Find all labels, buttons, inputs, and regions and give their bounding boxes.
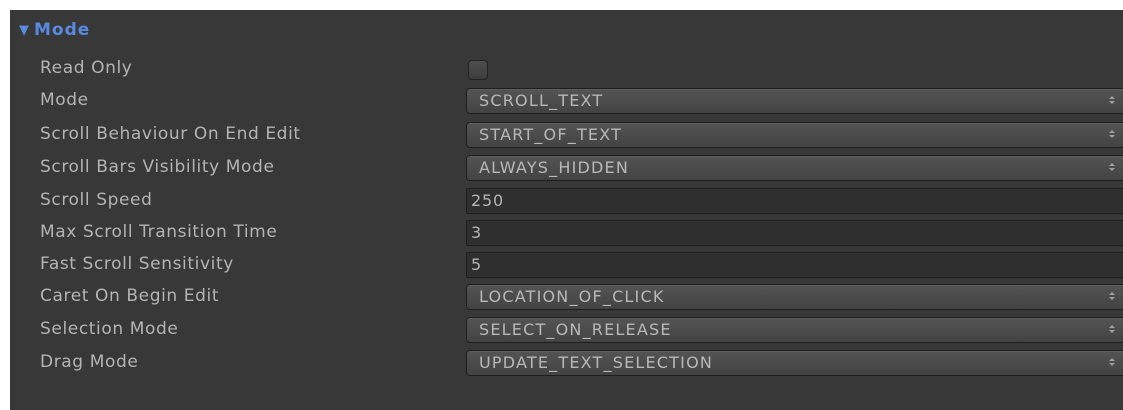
read-only-checkbox[interactable] bbox=[468, 60, 488, 80]
scroll-behaviour-label: Scroll Behaviour On End Edit bbox=[40, 124, 301, 144]
scroll-behaviour-value: START_OF_TEXT bbox=[479, 125, 623, 144]
row-scroll-speed: Scroll Speed 250 bbox=[10, 186, 1123, 214]
dropdown-arrows-icon bbox=[1108, 351, 1116, 375]
row-selection-mode: Selection Mode SELECT_ON_RELEASE bbox=[10, 315, 1123, 343]
caret-on-begin-edit-dropdown[interactable]: LOCATION_OF_CLICK bbox=[466, 284, 1123, 310]
row-read-only: Read Only bbox=[10, 54, 1123, 82]
row-scroll-behaviour: Scroll Behaviour On End Edit START_OF_TE… bbox=[10, 120, 1123, 148]
fast-scroll-sensitivity-label: Fast Scroll Sensitivity bbox=[40, 254, 234, 274]
drag-mode-dropdown[interactable]: UPDATE_TEXT_SELECTION bbox=[466, 350, 1123, 376]
caret-on-begin-edit-label: Caret On Begin Edit bbox=[40, 286, 220, 306]
scroll-speed-label: Scroll Speed bbox=[40, 190, 153, 210]
inspector-panel: ▼ Mode Read Only Mode SCROLL_TEXT Scroll… bbox=[10, 10, 1123, 410]
dropdown-arrows-icon bbox=[1108, 89, 1116, 113]
row-drag-mode: Drag Mode UPDATE_TEXT_SELECTION bbox=[10, 348, 1123, 376]
selection-mode-label: Selection Mode bbox=[40, 319, 179, 339]
row-mode: Mode SCROLL_TEXT bbox=[10, 86, 1123, 114]
row-caret-on-begin-edit: Caret On Begin Edit LOCATION_OF_CLICK bbox=[10, 282, 1123, 310]
dropdown-arrows-icon bbox=[1108, 285, 1116, 309]
scroll-bars-visibility-label: Scroll Bars Visibility Mode bbox=[40, 157, 275, 177]
section-title: Mode bbox=[34, 20, 91, 40]
drag-mode-label: Drag Mode bbox=[40, 352, 139, 372]
dropdown-arrows-icon bbox=[1108, 318, 1116, 342]
left-border bbox=[0, 0, 10, 410]
scroll-bars-visibility-value: ALWAYS_HIDDEN bbox=[479, 158, 630, 177]
dropdown-arrows-icon bbox=[1108, 156, 1116, 180]
max-scroll-transition-value: 3 bbox=[471, 223, 482, 242]
caret-on-begin-edit-value: LOCATION_OF_CLICK bbox=[479, 287, 665, 306]
mode-dropdown[interactable]: SCROLL_TEXT bbox=[466, 88, 1123, 114]
scroll-speed-value: 250 bbox=[471, 191, 504, 210]
row-max-scroll-transition: Max Scroll Transition Time 3 bbox=[10, 218, 1123, 246]
row-scroll-bars-visibility: Scroll Bars Visibility Mode ALWAYS_HIDDE… bbox=[10, 153, 1123, 181]
max-scroll-transition-label: Max Scroll Transition Time bbox=[40, 222, 278, 242]
scroll-bars-visibility-dropdown[interactable]: ALWAYS_HIDDEN bbox=[466, 155, 1123, 181]
max-scroll-transition-field[interactable]: 3 bbox=[466, 220, 1123, 246]
fast-scroll-sensitivity-value: 5 bbox=[471, 255, 482, 274]
mode-label: Mode bbox=[40, 90, 89, 110]
mode-value: SCROLL_TEXT bbox=[479, 91, 604, 110]
row-fast-scroll-sensitivity: Fast Scroll Sensitivity 5 bbox=[10, 250, 1123, 278]
selection-mode-value: SELECT_ON_RELEASE bbox=[479, 320, 672, 339]
selection-mode-dropdown[interactable]: SELECT_ON_RELEASE bbox=[466, 317, 1123, 343]
scroll-speed-field[interactable]: 250 bbox=[466, 188, 1123, 214]
scroll-behaviour-dropdown[interactable]: START_OF_TEXT bbox=[466, 122, 1123, 148]
foldout-expanded-icon[interactable]: ▼ bbox=[16, 22, 32, 38]
top-border bbox=[0, 0, 1123, 10]
fast-scroll-sensitivity-field[interactable]: 5 bbox=[466, 252, 1123, 278]
mode-foldout-header[interactable]: ▼ Mode bbox=[10, 10, 1123, 50]
read-only-label: Read Only bbox=[40, 58, 133, 78]
drag-mode-value: UPDATE_TEXT_SELECTION bbox=[479, 353, 714, 372]
dropdown-arrows-icon bbox=[1108, 123, 1116, 147]
